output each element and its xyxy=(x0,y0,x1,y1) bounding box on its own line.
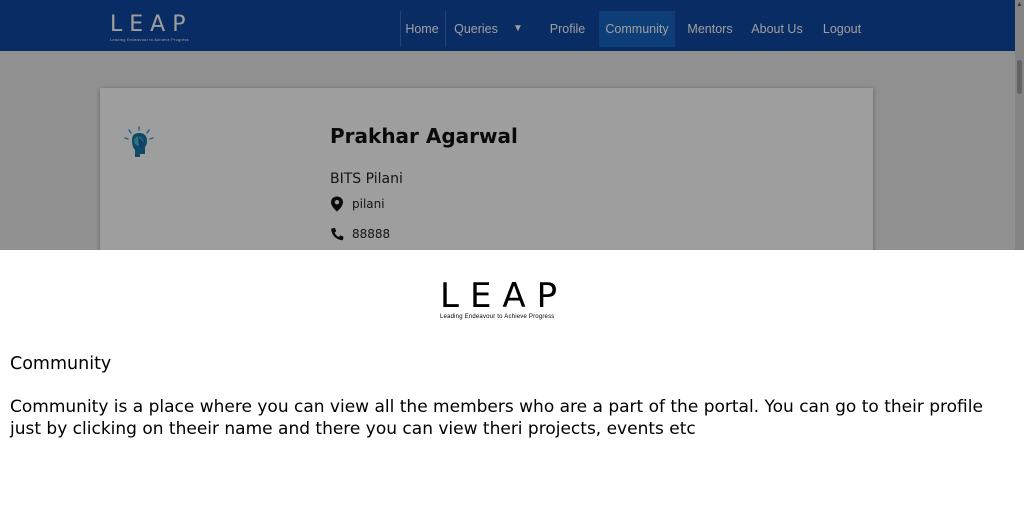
help-logo-word: LEAP xyxy=(440,276,569,316)
nav-mentors[interactable]: Mentors xyxy=(684,11,736,47)
phone-row: 88888 xyxy=(330,225,390,243)
location-pin-icon xyxy=(331,196,343,212)
nav-community[interactable]: Community xyxy=(599,11,675,47)
app-viewport: LEAP Leading Endeavour to Achieve Progre… xyxy=(0,0,1024,250)
nav-divider xyxy=(445,11,446,47)
scroll-up-icon[interactable]: ▲ xyxy=(1015,0,1024,9)
lightbulb-head-icon xyxy=(124,126,154,157)
scrollbar-thumb[interactable] xyxy=(1017,60,1022,94)
location-row: pilani xyxy=(330,195,385,213)
brand-logo-tagline: Leading Endeavour to Achieve Progress xyxy=(110,37,189,42)
member-location: pilani xyxy=(352,197,385,211)
nav-home[interactable]: Home xyxy=(402,11,442,47)
help-logo-tagline: Leading Endeavour to Achieve Progress xyxy=(440,314,555,320)
member-name[interactable]: Prakhar Agarwal xyxy=(330,124,518,148)
member-phone: 88888 xyxy=(352,227,391,241)
help-description: Community is a place where you can view … xyxy=(10,397,983,439)
brand-logo[interactable]: LEAP Leading Endeavour to Achieve Progre… xyxy=(110,13,190,49)
nav-profile[interactable]: Profile xyxy=(545,11,590,47)
nav-queries[interactable]: Queries xyxy=(450,11,502,47)
nav-about-us[interactable]: About Us xyxy=(748,11,806,47)
help-panel: LEAP Leading Endeavour to Achieve Progre… xyxy=(0,250,1024,532)
help-heading: Community xyxy=(10,354,112,374)
page-scrollbar[interactable]: ▲ xyxy=(1015,0,1024,250)
nav-divider xyxy=(400,11,401,47)
profile-card: Prakhar Agarwal BITS Pilani pilani 88888 xyxy=(100,88,873,250)
member-college: BITS Pilani xyxy=(330,171,403,187)
top-navbar: LEAP Leading Endeavour to Achieve Progre… xyxy=(0,0,1024,51)
caret-down-icon[interactable]: ▼ xyxy=(510,11,526,47)
help-logo: LEAP Leading Endeavour to Achieve Progre… xyxy=(440,276,569,323)
nav-logout[interactable]: Logout xyxy=(818,11,866,47)
phone-icon xyxy=(331,228,344,241)
brand-logo-word: LEAP xyxy=(110,12,193,37)
